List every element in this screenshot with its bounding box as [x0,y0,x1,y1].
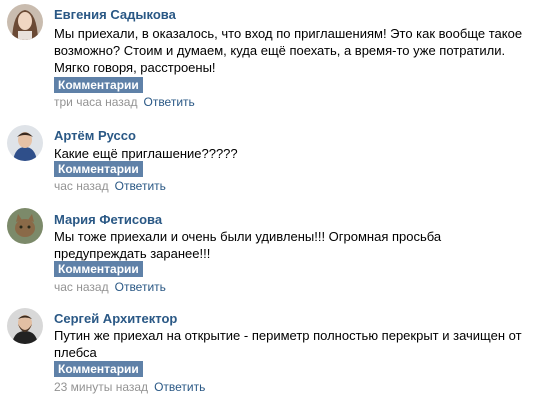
author-name[interactable]: Артём Руссо [54,128,136,143]
comment-meta: 23 минуты назад Ответить [54,380,205,394]
comment-text: Мы приехали, в оказалось, что вход по пр… [54,26,523,75]
timestamp: час назад [54,280,109,294]
avatar[interactable] [7,208,43,244]
reply-link[interactable]: Ответить [115,179,166,193]
avatar[interactable] [7,4,43,40]
comments-button[interactable]: Комментарии [54,261,143,277]
timestamp: три часа назад [54,95,138,109]
comment-meta: три часа назад Ответить [54,95,195,109]
comments-button[interactable]: Комментарии [54,77,143,93]
reply-link[interactable]: Ответить [115,280,166,294]
comments-button[interactable]: Комментарии [54,361,143,377]
comment-text: Какие ещё приглашение????? [54,146,238,161]
author-name[interactable]: Евгения Садыкова [54,7,176,22]
author-name[interactable]: Сергей Архитектор [54,311,177,326]
comment-meta: час назад Ответить [54,280,166,294]
comment-text: Путин же приехал на открытие - периметр … [54,328,522,360]
comment-text: Мы тоже приехали и очень были удивлены!!… [54,229,442,261]
author-name[interactable]: Мария Фетисова [54,212,162,227]
avatar[interactable] [7,125,43,161]
comment-meta: час назад Ответить [54,179,166,193]
timestamp: 23 минуты назад [54,380,149,394]
reply-link[interactable]: Ответить [143,95,194,109]
reply-link[interactable]: Ответить [154,380,205,394]
timestamp: час назад [54,179,109,193]
avatar[interactable] [7,308,43,344]
comments-button[interactable]: Комментарии [54,161,143,177]
